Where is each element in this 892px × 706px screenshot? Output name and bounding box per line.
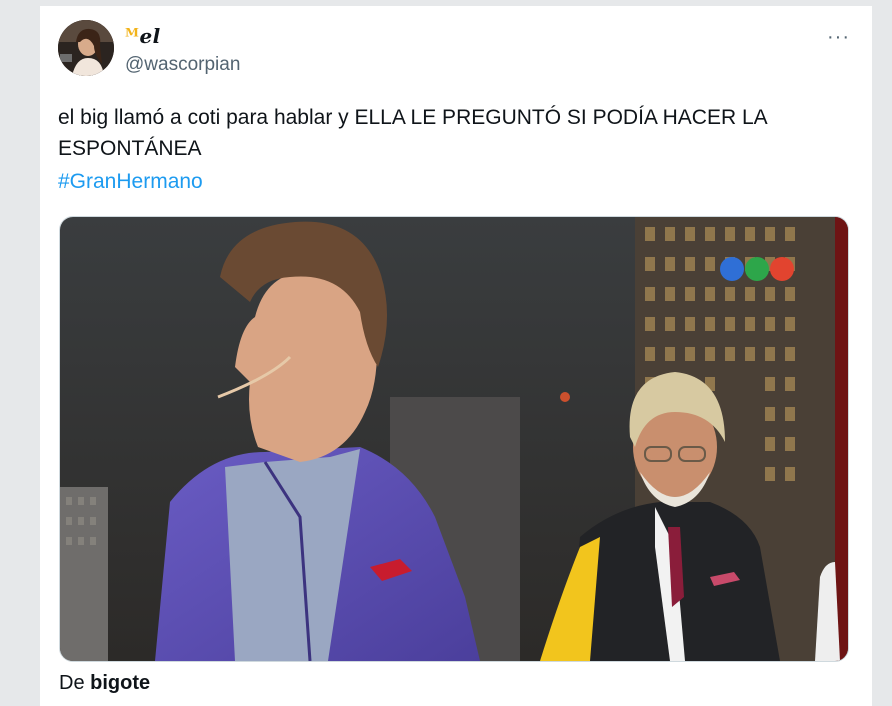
name-ornament: ᴹ xyxy=(125,24,140,48)
user-handle[interactable]: @wascorpian xyxy=(125,54,240,76)
display-name[interactable]: ᴹel xyxy=(125,24,161,48)
media-caption: De bigote xyxy=(59,672,150,695)
hashtag-link[interactable]: #GranHermano xyxy=(58,166,203,197)
caption-author[interactable]: bigote xyxy=(90,672,150,694)
tweet-body: el big llamó a coti para hablar y ELLA L… xyxy=(58,106,767,160)
tweet-media-video[interactable] xyxy=(59,216,849,662)
telefe-logo-icon xyxy=(720,257,794,281)
more-options-icon[interactable]: ··· xyxy=(827,26,850,49)
avatar[interactable] xyxy=(58,20,114,76)
caption-prefix: De xyxy=(59,672,85,694)
display-name-text: el xyxy=(139,24,161,48)
tweet-text: el big llamó a coti para hablar y ELLA L… xyxy=(58,102,848,197)
tweet-card[interactable]: ᴹel @wascorpian ··· el big llamó a coti … xyxy=(40,6,872,706)
